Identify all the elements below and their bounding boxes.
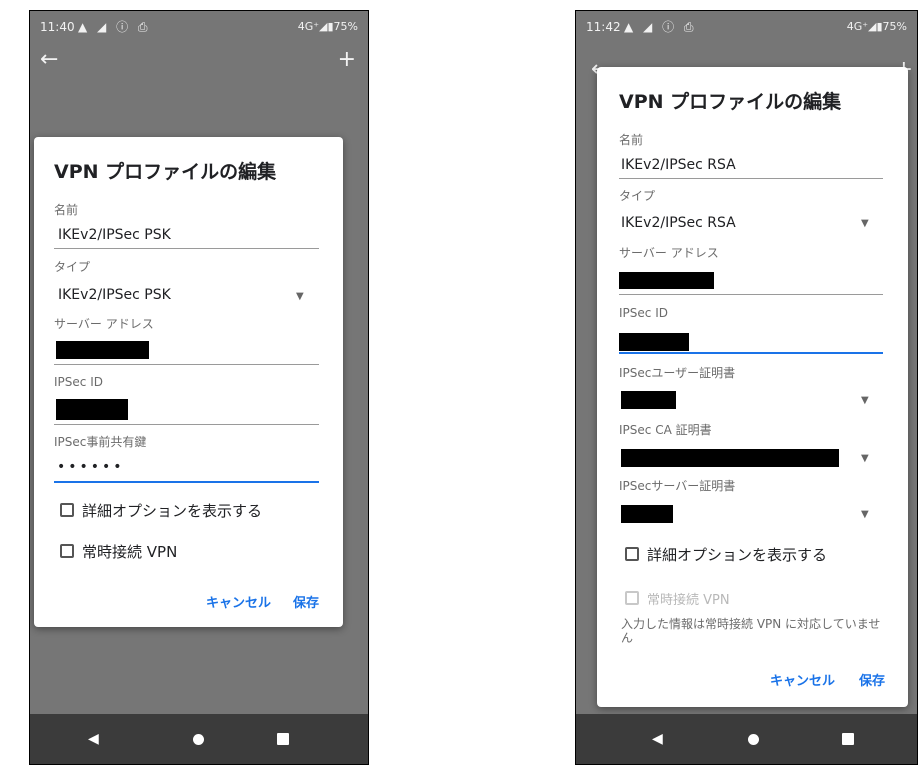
always-on-vpn-checkbox[interactable]: [625, 591, 639, 605]
always-on-vpn-checkbox[interactable]: [60, 544, 74, 558]
cancel-button[interactable]: キャンセル: [770, 670, 835, 689]
redacted-user-cert[interactable]: [621, 391, 676, 409]
name-underline: [619, 178, 883, 179]
navigation-bar: ◀: [30, 714, 368, 764]
signal-battery-indicator: 4G⁺◢▮75%: [846, 20, 907, 33]
back-arrow-icon[interactable]: ←: [40, 47, 58, 73]
signal-battery-indicator: 4G⁺◢▮75%: [297, 20, 358, 33]
status-time: 11:42: [586, 20, 621, 34]
right-phone-screen: 11:42 ▲ ◢ ⓘ ⎙ 4G⁺◢▮75% ← + VPN プロファイルの編集…: [575, 10, 918, 765]
vpn-profile-edit-dialog: VPN プロファイルの編集 名前 IKEv2/IPSec RSA タイプ IKE…: [597, 67, 908, 707]
advanced-options-label[interactable]: 詳細オプションを表示する: [647, 544, 827, 565]
ipsec-id-underline: [54, 424, 319, 425]
home-icon[interactable]: [193, 734, 204, 745]
always-on-vpn-label[interactable]: 常時接続 VPN: [82, 541, 177, 562]
psk-label: IPSec事前共有鍵: [54, 435, 147, 449]
dialog-title: VPN プロファイルの編集: [54, 161, 277, 183]
dropdown-arrow-icon[interactable]: ▼: [861, 509, 869, 520]
name-underline: [54, 248, 319, 249]
name-label: 名前: [54, 203, 79, 217]
dropdown-arrow-icon[interactable]: ▼: [861, 395, 869, 406]
advanced-options-label[interactable]: 詳細オプションを表示する: [82, 500, 262, 521]
add-icon[interactable]: +: [338, 47, 356, 73]
type-label: タイプ: [619, 189, 656, 203]
always-on-vpn-label[interactable]: 常時接続 VPN: [647, 589, 730, 608]
server-address-label: サーバー アドレス: [619, 246, 719, 260]
status-time: 11:40: [40, 20, 75, 34]
type-label: タイプ: [54, 260, 91, 274]
redacted-server-address[interactable]: [56, 341, 149, 359]
server-cert-label: IPSecサーバー証明書: [619, 479, 736, 493]
recents-icon[interactable]: [277, 733, 289, 745]
ca-cert-label: IPSec CA 証明書: [619, 423, 712, 437]
psk-password-input[interactable]: ••••••: [57, 459, 125, 475]
redacted-server-address[interactable]: [619, 272, 714, 289]
redacted-server-cert[interactable]: [621, 505, 673, 523]
dropdown-arrow-icon[interactable]: ▼: [296, 291, 304, 302]
save-button[interactable]: 保存: [293, 592, 319, 611]
dropdown-arrow-icon[interactable]: ▼: [861, 453, 869, 464]
name-input[interactable]: IKEv2/IPSec PSK: [58, 227, 171, 243]
home-icon[interactable]: [748, 734, 759, 745]
psk-underline-focused: [54, 481, 319, 483]
status-bar: 11:40 ▲ ◢ ⓘ ⎙ 4G⁺◢▮75%: [30, 11, 368, 43]
ipsec-id-label: IPSec ID: [619, 306, 668, 320]
server-underline: [54, 364, 319, 365]
cancel-button[interactable]: キャンセル: [206, 592, 271, 611]
ipsec-id-underline-focused: [619, 352, 883, 354]
back-icon[interactable]: ◀: [652, 730, 663, 748]
server-underline: [619, 294, 883, 295]
notification-icons: ▲ ◢ ⓘ ⎙: [624, 20, 697, 34]
notification-icons: ▲ ◢ ⓘ ⎙: [78, 20, 151, 34]
vpn-profile-edit-dialog: VPN プロファイルの編集 名前 IKEv2/IPSec PSK タイプ IKE…: [34, 137, 343, 627]
back-icon[interactable]: ◀: [88, 730, 99, 748]
type-select[interactable]: IKEv2/IPSec PSK: [58, 287, 171, 303]
save-button[interactable]: 保存: [859, 670, 885, 689]
advanced-options-checkbox[interactable]: [625, 547, 639, 561]
navigation-bar: ◀: [576, 714, 917, 764]
advanced-options-checkbox[interactable]: [60, 503, 74, 517]
ipsec-id-label: IPSec ID: [54, 375, 103, 389]
redacted-ca-cert[interactable]: [621, 449, 839, 467]
status-bar: 11:42 ▲ ◢ ⓘ ⎙ 4G⁺◢▮75%: [576, 11, 917, 43]
server-address-label: サーバー アドレス: [54, 317, 154, 331]
user-cert-label: IPSecユーザー証明書: [619, 366, 736, 380]
dropdown-arrow-icon[interactable]: ▼: [861, 218, 869, 229]
type-select[interactable]: IKEv2/IPSec RSA: [621, 215, 736, 231]
recents-icon[interactable]: [842, 733, 854, 745]
always-on-warning: 入力した情報は常時接続 VPN に対応していません: [621, 617, 881, 645]
left-phone-screen: 11:40 ▲ ◢ ⓘ ⎙ 4G⁺◢▮75% ← + VPN プロファイルの編集…: [29, 10, 369, 765]
dialog-title: VPN プロファイルの編集: [619, 91, 842, 113]
name-label: 名前: [619, 133, 644, 147]
name-input[interactable]: IKEv2/IPSec RSA: [621, 157, 736, 173]
redacted-ipsec-id[interactable]: [619, 333, 689, 351]
redacted-ipsec-id[interactable]: [56, 399, 128, 420]
